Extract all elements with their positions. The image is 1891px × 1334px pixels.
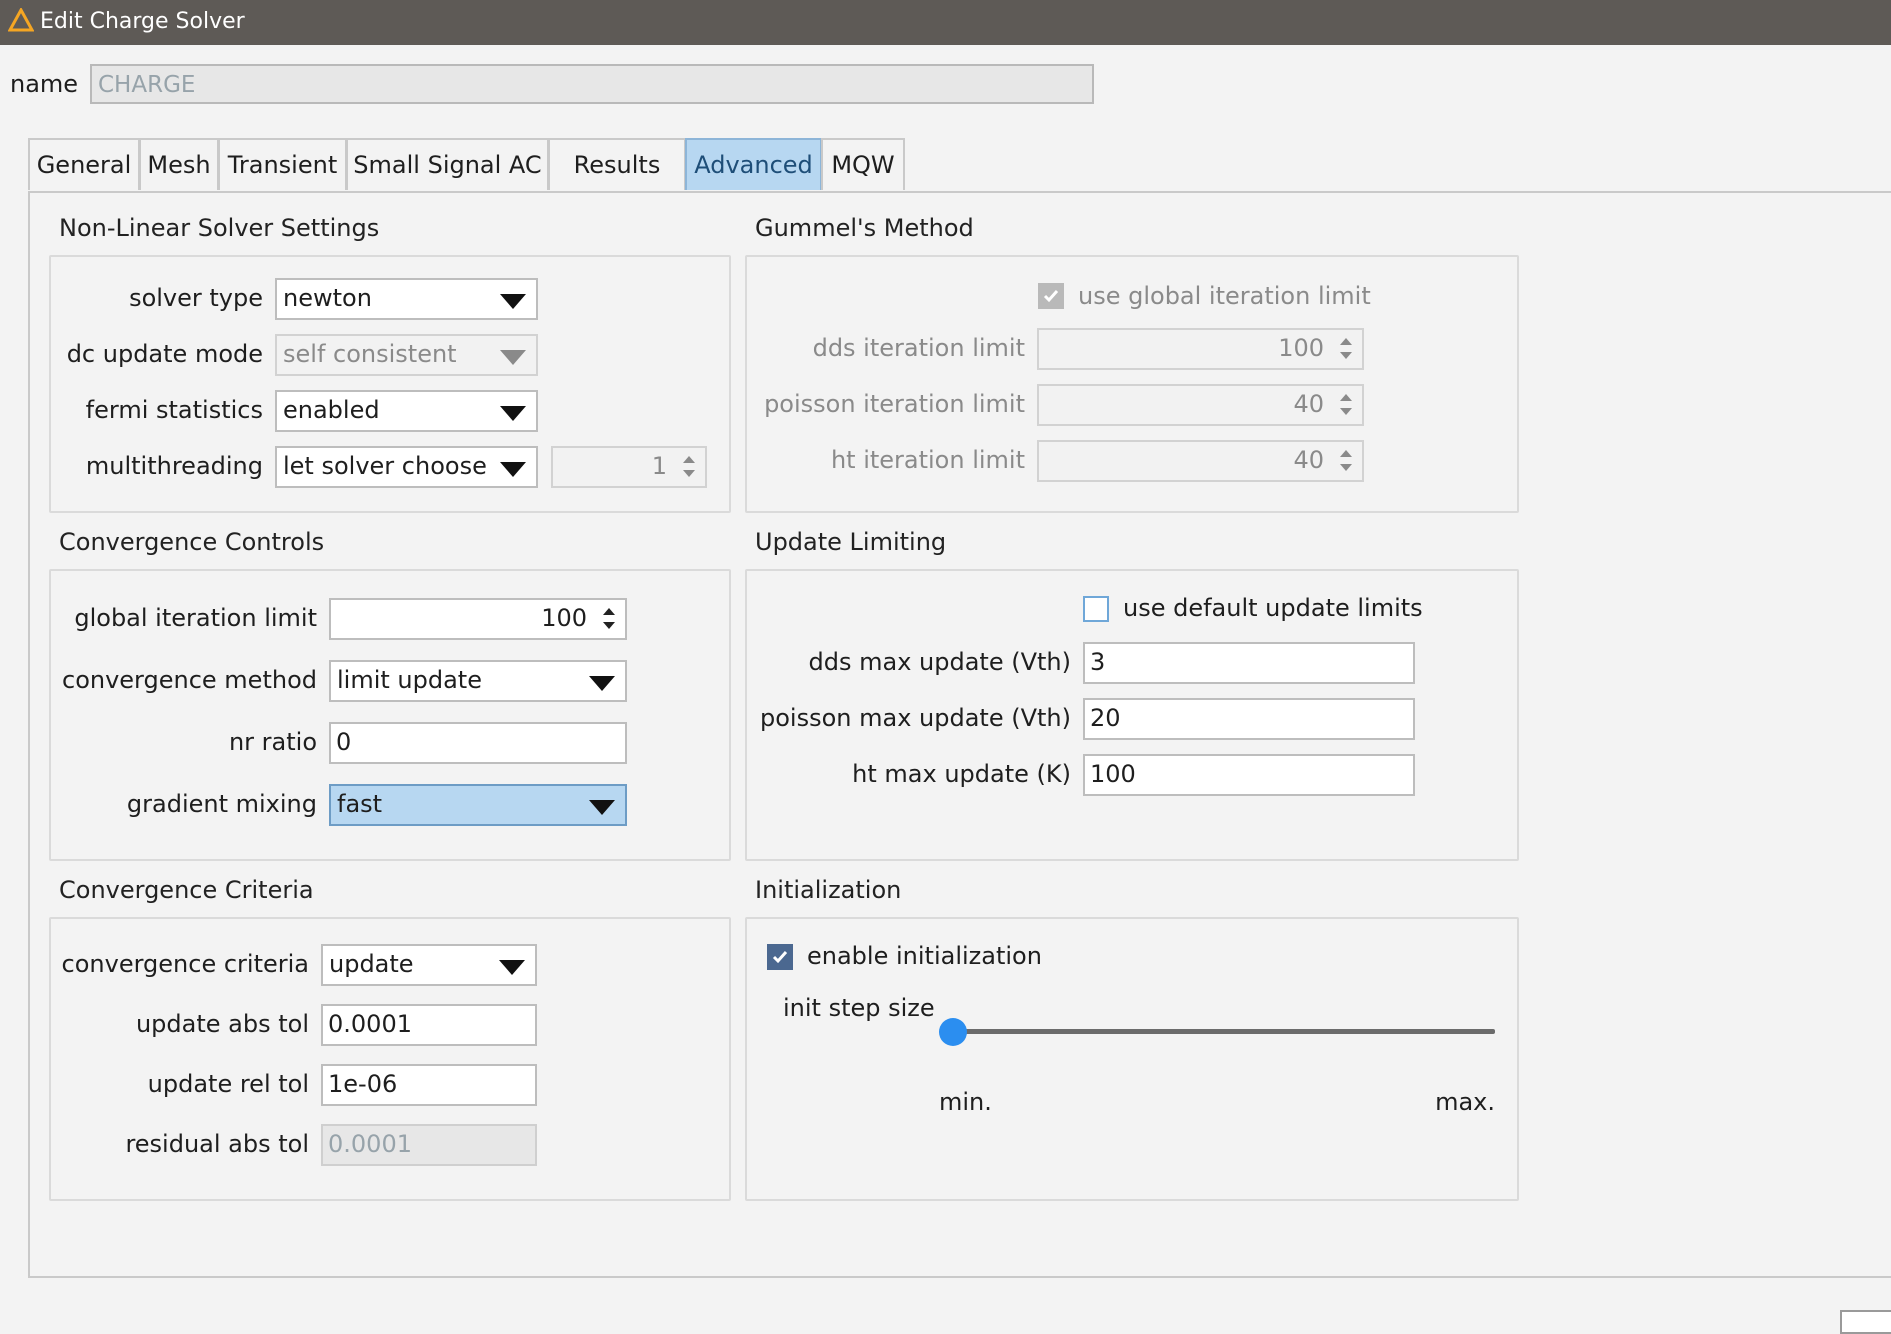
update-rel-tol-input[interactable]: 1e-06 (321, 1064, 537, 1106)
use-default-update-limits-label: use default update limits (1123, 594, 1423, 622)
update-limiting-title: Update Limiting (755, 528, 947, 556)
dds-iteration-value: 100 (1278, 334, 1324, 362)
solver-type-label: solver type (129, 284, 263, 312)
slider-max-label: max. (1435, 1088, 1495, 1116)
poisson-max-update-input[interactable]: 20 (1083, 698, 1415, 740)
fermi-statistics-label: fermi statistics (85, 396, 263, 424)
dds-iteration-label: dds iteration limit (812, 334, 1025, 362)
spin-up-icon[interactable] (1340, 450, 1352, 457)
dds-iteration-spinbox[interactable]: 100 (1037, 328, 1364, 370)
dc-update-mode-value: self consistent (283, 340, 457, 368)
poisson-iteration-spinbox[interactable]: 40 (1037, 384, 1364, 426)
chevron-down-icon (500, 406, 526, 421)
spin-down-icon[interactable] (1340, 352, 1352, 359)
tab-mqw[interactable]: MQW (821, 138, 905, 190)
enable-initialization-label: enable initialization (807, 942, 1042, 970)
chevron-down-icon (500, 294, 526, 309)
ht-iteration-spinbox[interactable]: 40 (1037, 440, 1364, 482)
init-step-size-slider-track[interactable] (953, 1029, 1495, 1034)
name-label: name (10, 70, 79, 98)
global-iteration-limit-value: 100 (541, 604, 587, 632)
update-abs-tol-input[interactable]: 0.0001 (321, 1004, 537, 1046)
spin-up-icon[interactable] (1340, 338, 1352, 345)
tab-transient[interactable]: Transient (218, 138, 347, 190)
solver-type-value: newton (283, 284, 372, 312)
chevron-down-icon (500, 350, 526, 365)
poisson-iteration-value: 40 (1293, 390, 1324, 418)
convergence-controls-title: Convergence Controls (59, 528, 325, 556)
init-step-size-slider-handle[interactable] (939, 1018, 967, 1046)
title-bar: Edit Charge Solver (0, 0, 1891, 45)
chevron-down-icon (499, 960, 525, 975)
convergence-criteria-title: Convergence Criteria (59, 876, 314, 904)
gummel-section-title: Gummel's Method (755, 214, 974, 242)
chevron-down-icon (589, 800, 615, 815)
solver-type-select[interactable]: newton (275, 278, 538, 320)
spin-down-icon[interactable] (683, 470, 695, 477)
update-rel-tol-label: update rel tol (147, 1070, 309, 1098)
chevron-down-icon (500, 462, 526, 477)
thread-count-spinbox[interactable]: 1 (551, 446, 707, 488)
tab-small-signal-ac[interactable]: Small Signal AC (346, 138, 549, 190)
use-global-iteration-checkbox[interactable] (1038, 283, 1064, 309)
ht-max-update-label: ht max update (K) (852, 760, 1071, 788)
spin-up-icon[interactable] (603, 608, 615, 615)
fermi-statistics-select[interactable]: enabled (275, 390, 538, 432)
init-step-size-label: init step size (783, 994, 935, 1022)
multithreading-value: let solver choose (283, 452, 487, 480)
poisson-iteration-label: poisson iteration limit (764, 390, 1025, 418)
ht-max-update-input[interactable]: 100 (1083, 754, 1415, 796)
slider-min-label: min. (939, 1088, 992, 1116)
tab-results[interactable]: Results (548, 138, 686, 190)
spin-up-icon[interactable] (1340, 394, 1352, 401)
ht-iteration-value: 40 (1293, 446, 1324, 474)
spin-down-icon[interactable] (603, 622, 615, 629)
update-abs-tol-label: update abs tol (135, 1010, 309, 1038)
tab-advanced[interactable]: Advanced (685, 138, 822, 190)
tab-mesh[interactable]: Mesh (139, 138, 219, 190)
bottom-right-control[interactable] (1840, 1310, 1891, 1334)
global-iteration-limit-label: global iteration limit (74, 604, 317, 632)
nr-ratio-input[interactable]: 0 (329, 722, 627, 764)
thread-count-value: 1 (651, 452, 667, 480)
global-iteration-limit-spinbox[interactable]: 100 (329, 598, 627, 640)
checkmark-icon (1043, 290, 1059, 303)
poisson-max-update-label: poisson max update (Vth) (760, 704, 1071, 732)
spin-up-icon[interactable] (683, 456, 695, 463)
dc-update-mode-label: dc update mode (66, 340, 263, 368)
use-global-iteration-label: use global iteration limit (1078, 282, 1371, 310)
fermi-statistics-value: enabled (283, 396, 380, 424)
residual-abs-tol-input[interactable]: 0.0001 (321, 1124, 537, 1166)
convergence-method-value: limit update (337, 666, 482, 694)
nr-ratio-label: nr ratio (228, 728, 317, 756)
initialization-title: Initialization (755, 876, 902, 904)
convergence-criteria-value: update (329, 950, 414, 978)
dds-max-update-label: dds max update (Vth) (808, 648, 1071, 676)
app-logo-icon (8, 8, 34, 32)
multithreading-select[interactable]: let solver choose (275, 446, 538, 488)
convergence-criteria-label: convergence criteria (61, 950, 309, 978)
tab-general[interactable]: General (28, 138, 140, 190)
gradient-mixing-value: fast (337, 790, 383, 818)
dds-max-update-input[interactable]: 3 (1083, 642, 1415, 684)
spin-down-icon[interactable] (1340, 408, 1352, 415)
enable-initialization-checkbox[interactable] (767, 944, 793, 970)
convergence-method-label: convergence method (62, 666, 317, 694)
window-title: Edit Charge Solver (40, 9, 245, 34)
checkmark-icon (772, 951, 788, 964)
residual-abs-tol-label: residual abs tol (125, 1130, 309, 1158)
convergence-criteria-select[interactable]: update (321, 944, 537, 986)
convergence-method-select[interactable]: limit update (329, 660, 627, 702)
dc-update-mode-select[interactable]: self consistent (275, 334, 538, 376)
nonlinear-section-title: Non-Linear Solver Settings (59, 214, 380, 242)
name-input[interactable]: CHARGE (90, 64, 1094, 104)
use-default-update-limits-checkbox[interactable] (1083, 596, 1109, 622)
multithreading-label: multithreading (85, 452, 263, 480)
gradient-mixing-select[interactable]: fast (329, 784, 627, 826)
spin-down-icon[interactable] (1340, 464, 1352, 471)
chevron-down-icon (589, 676, 615, 691)
ht-iteration-label: ht iteration limit (830, 446, 1025, 474)
gradient-mixing-label: gradient mixing (126, 790, 317, 818)
